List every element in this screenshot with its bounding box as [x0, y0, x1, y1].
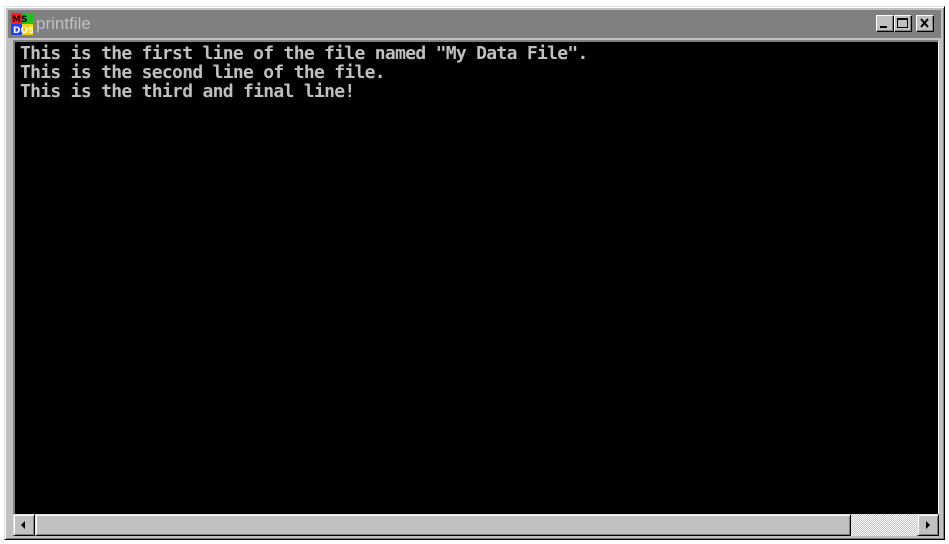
console-window: MS DOS printfile This is the first line … — [4, 6, 945, 540]
maximize-icon — [897, 18, 908, 28]
console-output[interactable]: This is the first line of the file named… — [13, 40, 939, 514]
title-bar[interactable]: MS DOS printfile — [8, 10, 941, 38]
scrollbar-thumb[interactable] — [35, 514, 851, 536]
maximize-button[interactable] — [894, 15, 912, 32]
close-button[interactable] — [916, 15, 934, 32]
close-icon — [920, 18, 929, 28]
svg-text:MS: MS — [12, 15, 27, 25]
ms-dos-app-icon[interactable]: MS DOS — [11, 13, 35, 36]
minimize-button[interactable] — [876, 15, 894, 32]
window-title: printfile — [36, 14, 91, 33]
horizontal-scrollbar[interactable] — [13, 514, 939, 536]
console-line: This is the first line of the file named… — [20, 43, 588, 64]
scroll-left-button[interactable] — [13, 514, 35, 536]
minimize-icon — [880, 26, 887, 28]
console-line: This is the second line of the file. — [20, 62, 386, 83]
arrow-right-icon — [926, 521, 930, 529]
console-line: This is the third and final line! — [20, 81, 355, 102]
arrow-left-icon — [21, 521, 25, 529]
svg-text:DOS: DOS — [13, 26, 33, 35]
scroll-right-button[interactable] — [917, 514, 939, 536]
